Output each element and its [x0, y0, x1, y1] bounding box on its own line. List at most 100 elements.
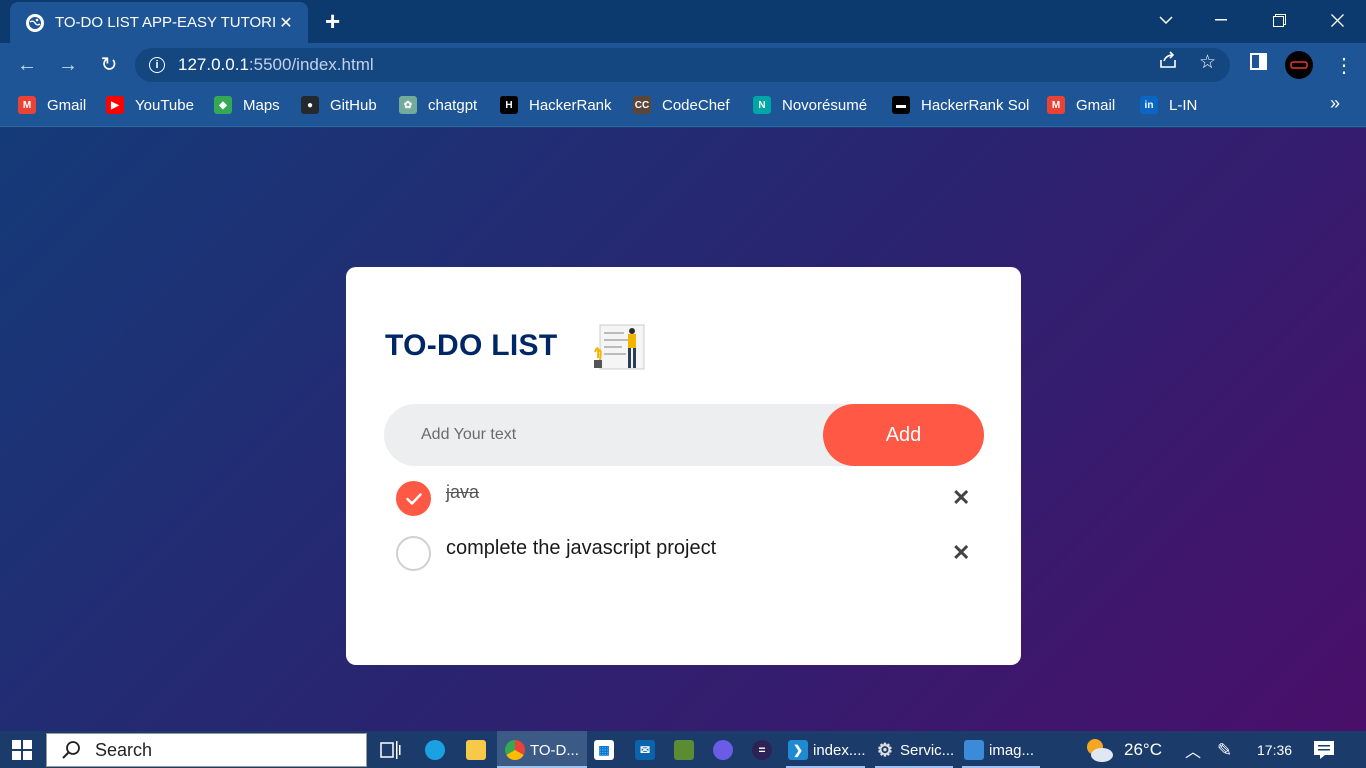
- bookmark-novor-sum-[interactable]: N Novorésumé: [753, 96, 867, 114]
- bookmark-youtube[interactable]: ▶ YouTube: [106, 96, 194, 114]
- minecraft-icon[interactable]: [674, 737, 699, 763]
- browser-tab-active[interactable]: TO-DO LIST APP-EASY TUTORIAL ✕: [10, 2, 308, 43]
- bookmark-label: chatgpt: [428, 96, 478, 114]
- gmail-icon: M: [1047, 96, 1065, 114]
- chrome-icon: [505, 740, 525, 760]
- pen-icon[interactable]: ✎: [1217, 737, 1232, 763]
- reload-icon[interactable]: ↻: [96, 53, 122, 77]
- bookmark-label: L-IN: [1169, 96, 1198, 114]
- codechef-icon: CC: [633, 96, 651, 114]
- bookmark-codechef[interactable]: CC CodeChef: [633, 96, 730, 114]
- linkedin-icon: in: [1140, 96, 1158, 114]
- bookmark-label: YouTube: [135, 96, 194, 114]
- todo-illustration: [594, 324, 645, 370]
- store-icon[interactable]: ▦: [594, 737, 619, 763]
- close-window-button[interactable]: [1308, 0, 1366, 40]
- menu-kebab-icon[interactable]: ⋮: [1334, 53, 1354, 78]
- services-icon: ⚙: [876, 739, 894, 760]
- unchecked-checkbox-icon[interactable]: [396, 536, 431, 571]
- youtube-icon: ▶: [106, 96, 124, 114]
- task-item[interactable]: java ✕: [396, 481, 976, 521]
- browser-toolbar: ← → ↻ i 127.0.0.1:5500/index.html ☆ ⋮: [0, 43, 1366, 87]
- search-icon: [62, 741, 80, 759]
- page-background: TO-DO LIST Add java✕ complete the javascr…: [0, 128, 1366, 731]
- task-view-icon[interactable]: [380, 737, 402, 763]
- mail-icon[interactable]: ✉: [635, 737, 660, 763]
- site-info-icon[interactable]: i: [149, 57, 165, 73]
- taskbar-app-label: TO-D...: [530, 741, 579, 759]
- bookmarks-more-icon[interactable]: »: [1330, 93, 1340, 114]
- maps-icon: ◆: [214, 96, 232, 114]
- chatgpt-icon: ✿: [399, 96, 417, 114]
- taskbar-app-label: imag...: [989, 741, 1035, 759]
- tray-chevron-up-icon[interactable]: ︿: [1185, 737, 1201, 763]
- github-icon: ●: [301, 96, 319, 114]
- clock[interactable]: 17:36: [1257, 737, 1292, 763]
- taskbar-app-services[interactable]: ⚙ Servic...: [875, 737, 954, 763]
- windows-taskbar: Search TO-D... ▦ ✉ = ❯ index.... ⚙ Servi…: [0, 731, 1366, 768]
- photos-icon: [964, 740, 984, 760]
- file-explorer-icon[interactable]: [466, 737, 491, 763]
- browser-tab-bar: TO-DO LIST APP-EASY TUTORIAL ✕ +: [0, 0, 1366, 43]
- back-arrow-icon[interactable]: ←: [14, 53, 40, 77]
- bookmark-label: Novorésumé: [782, 96, 868, 114]
- bookmark-gmail[interactable]: M Gmail: [1047, 96, 1115, 114]
- bookmark-label: HackerRank Sol: [921, 96, 1030, 114]
- profile-avatar[interactable]: [1285, 51, 1313, 85]
- bookmark-gmail[interactable]: M Gmail: [18, 96, 86, 114]
- edge-icon[interactable]: [425, 737, 450, 763]
- bookmark-label: GitHub: [330, 96, 377, 114]
- task-item[interactable]: complete the javascript project ✕: [396, 536, 976, 576]
- new-tab-button[interactable]: +: [325, 8, 340, 34]
- url-path: :5500/index.html: [248, 55, 374, 74]
- bookmark-hackerrank-sol[interactable]: ▬ HackerRank Sol: [892, 96, 1029, 114]
- taskbar-app-vscode[interactable]: ❯ index....: [788, 737, 866, 763]
- delete-task-icon[interactable]: ✕: [952, 485, 970, 511]
- restore-button[interactable]: [1250, 0, 1308, 40]
- page-title: TO-DO LIST: [385, 329, 558, 362]
- hackerrank-sol-icon: ▬: [892, 96, 910, 114]
- weather-widget[interactable]: 26°C: [1084, 737, 1162, 763]
- task-text: complete the javascript project: [446, 537, 717, 559]
- taskbar-search-box[interactable]: Search: [46, 733, 367, 767]
- bookmark-star-icon[interactable]: ☆: [1199, 51, 1216, 74]
- add-task-row: Add: [384, 404, 984, 466]
- bookmark-label: Gmail: [1076, 96, 1116, 114]
- taskbar-app-chrome[interactable]: TO-D...: [505, 737, 579, 763]
- tab-close-icon[interactable]: ✕: [276, 13, 296, 33]
- add-button[interactable]: Add: [823, 404, 984, 466]
- forward-arrow-icon[interactable]: →: [55, 53, 81, 77]
- side-panel-icon[interactable]: [1250, 53, 1267, 76]
- delete-task-icon[interactable]: ✕: [952, 540, 970, 566]
- hackerrank-icon: H: [500, 96, 518, 114]
- task-input[interactable]: [384, 404, 824, 466]
- search-label: Search: [95, 739, 153, 760]
- globe-icon: [26, 13, 44, 32]
- taskbar-app-label: Servic...: [900, 741, 955, 759]
- novoresume-icon: N: [753, 96, 771, 114]
- windows-start-icon[interactable]: [12, 740, 32, 760]
- url-host: 127.0.0.1: [178, 55, 249, 74]
- bookmark-label: Gmail: [47, 96, 87, 114]
- bookmark-l-in[interactable]: in L-IN: [1140, 96, 1197, 114]
- todo-card: TO-DO LIST Add java✕ complete the javascr…: [346, 267, 1021, 665]
- notification-icon[interactable]: [1313, 737, 1335, 763]
- temperature-label: 26°C: [1124, 740, 1162, 759]
- bookmarks-bar: » M Gmail ▶ YouTube ◆ Maps ● GitHub ✿ chatgpt H Hac…: [0, 87, 1366, 127]
- tab-search-chevron-icon[interactable]: [1137, 0, 1195, 40]
- address-bar[interactable]: i 127.0.0.1:5500/index.html: [135, 48, 1230, 82]
- eclipse-icon[interactable]: =: [752, 737, 777, 763]
- tab-title: TO-DO LIST APP-EASY TUTORIAL: [55, 14, 276, 31]
- taskbar-app-label: index....: [813, 741, 866, 759]
- taskbar-app-photos[interactable]: imag...: [964, 737, 1034, 763]
- bookmark-github[interactable]: ● GitHub: [301, 96, 377, 114]
- bookmark-chatgpt[interactable]: ✿ chatgpt: [399, 96, 477, 114]
- checked-checkbox-icon[interactable]: [396, 481, 431, 516]
- bookmark-maps[interactable]: ◆ Maps: [214, 96, 280, 114]
- gmail-icon: M: [18, 96, 36, 114]
- share-icon[interactable]: [1158, 51, 1178, 75]
- bookmark-hackerrank[interactable]: H HackerRank: [500, 96, 612, 114]
- minimize-button[interactable]: [1192, 0, 1250, 40]
- bookmark-label: HackerRank: [529, 96, 612, 114]
- copilot-icon[interactable]: [713, 737, 738, 763]
